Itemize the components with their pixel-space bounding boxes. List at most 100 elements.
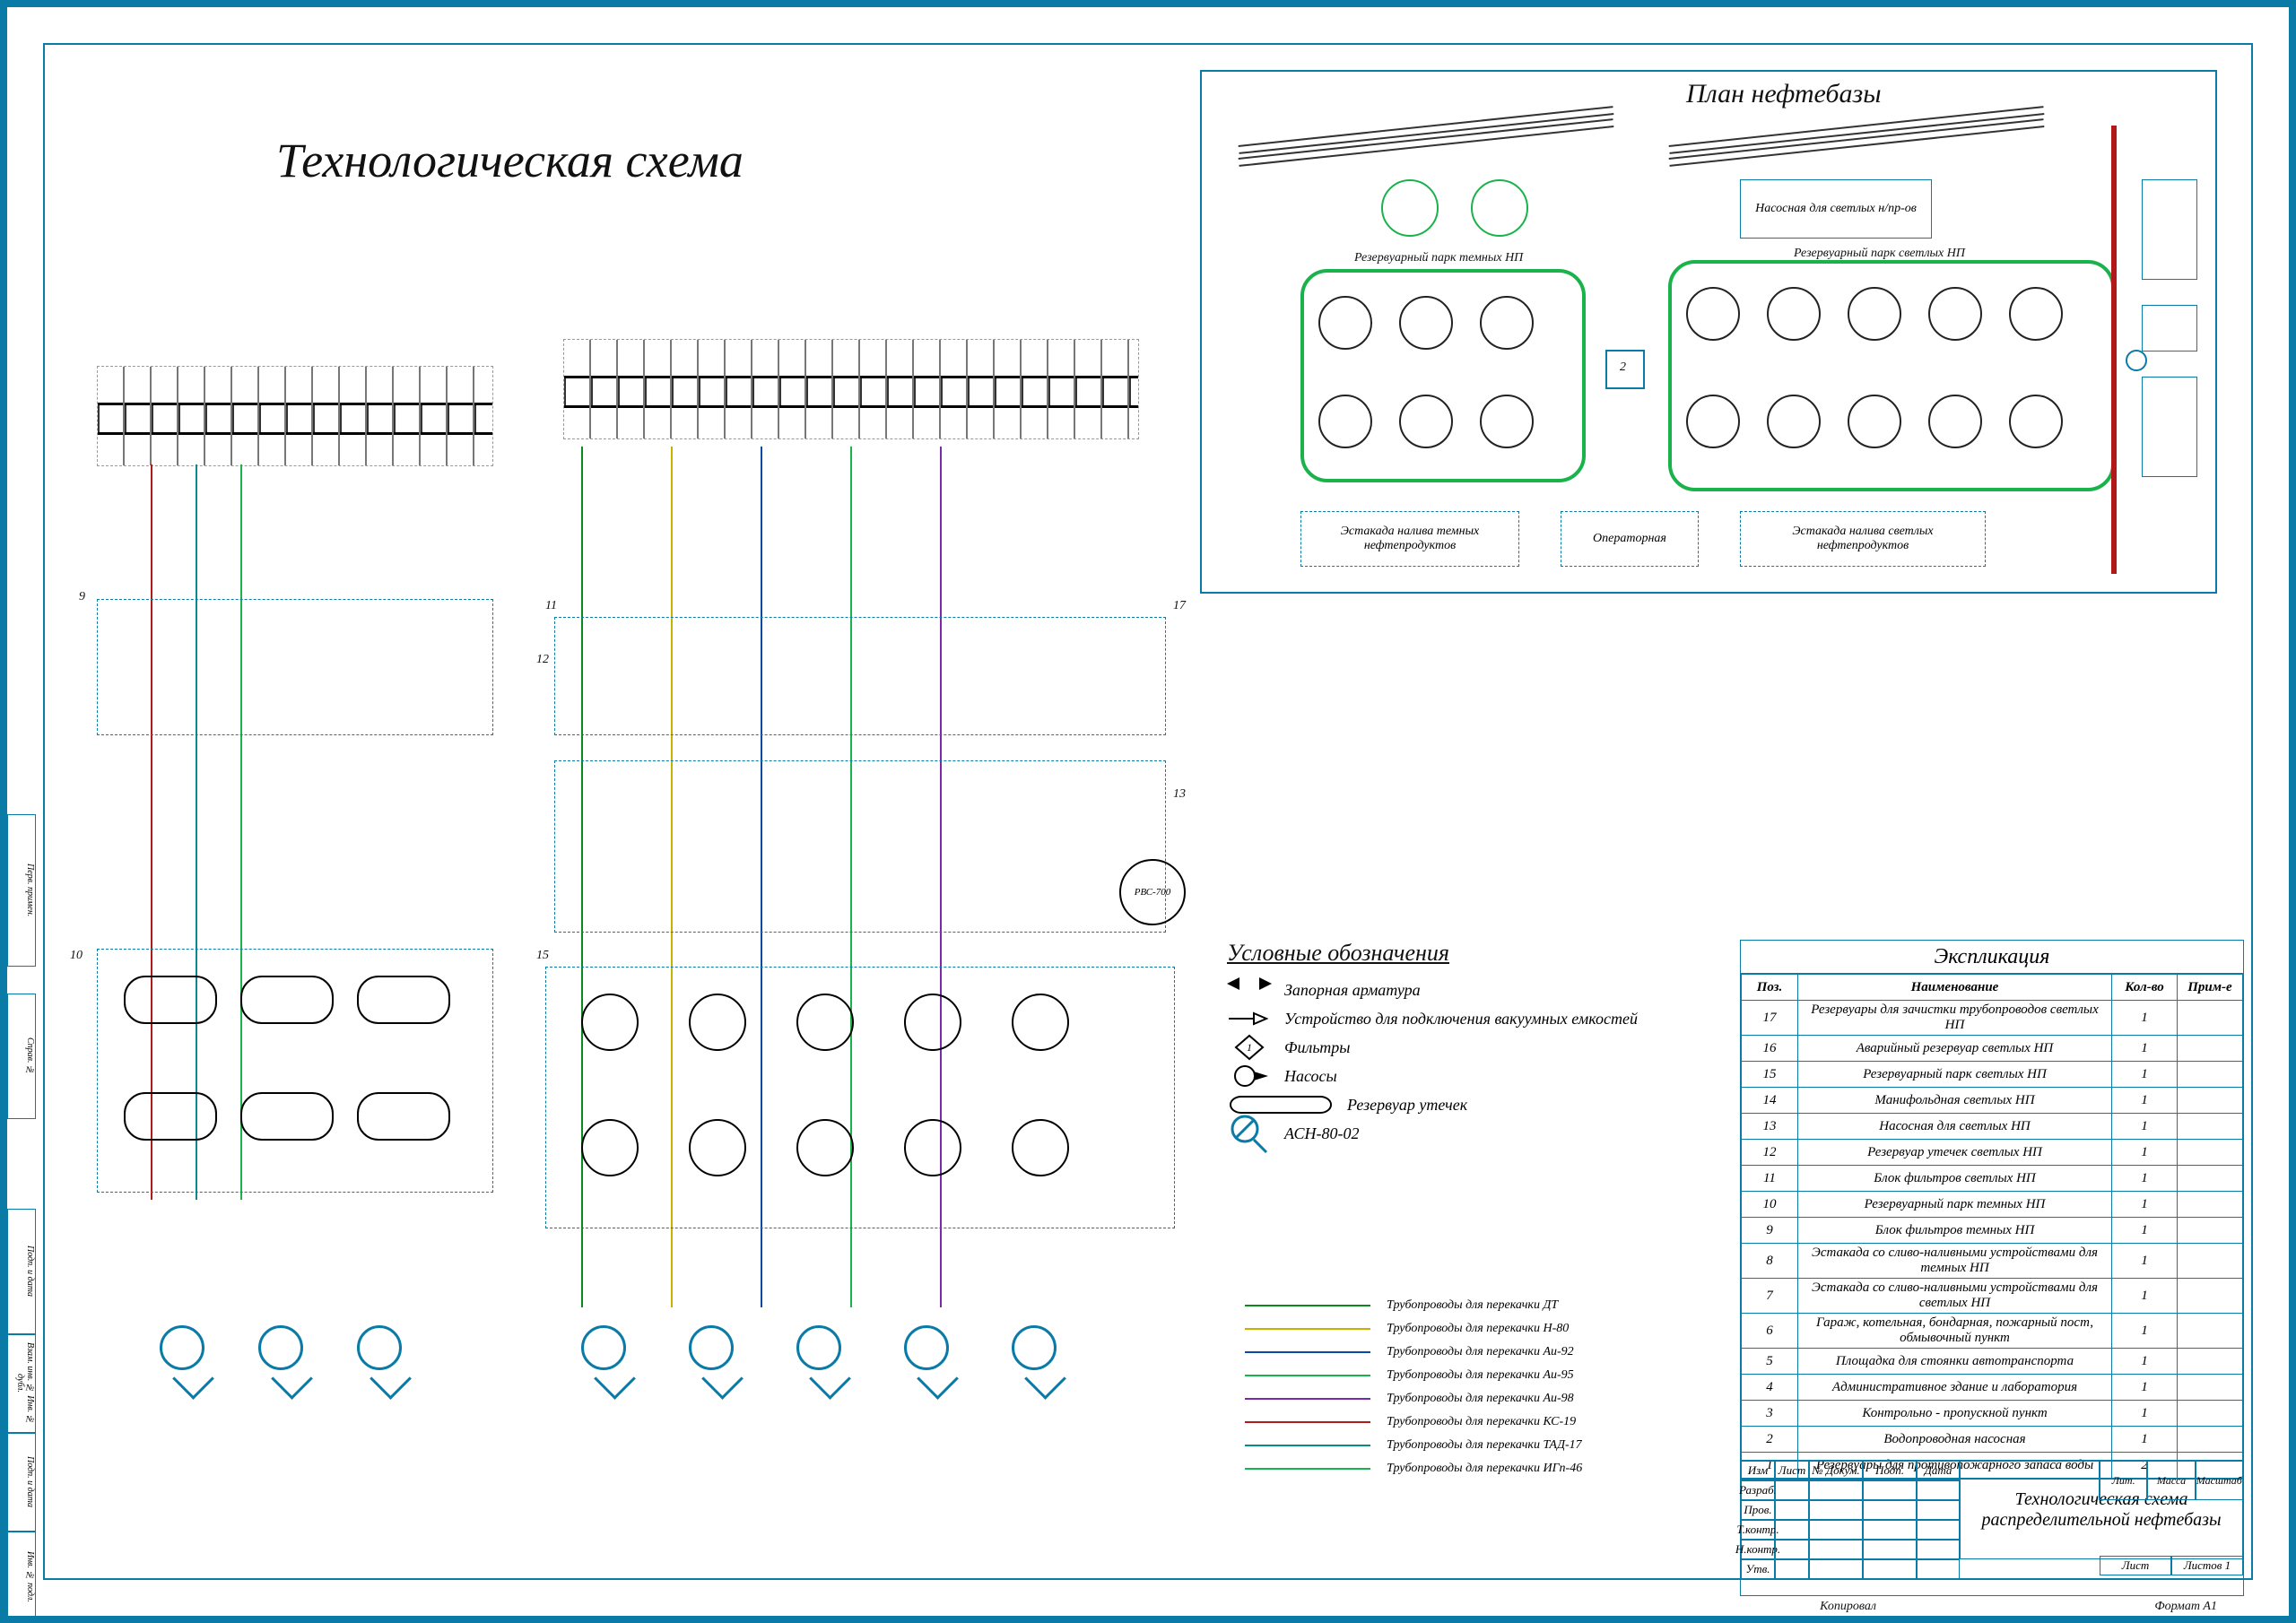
htank [240, 1092, 334, 1141]
pipe-label: Трубопроводы для перекачки Аи-98 [1387, 1392, 1574, 1406]
legend-row: Устройство для подключения вакуумных емк… [1227, 1008, 1693, 1029]
pipe-color-key: Трубопроводы для перекачки ДТ Трубопрово… [1245, 1289, 1582, 1485]
expl-row: 14Манифольдная светлых НП1 [1742, 1088, 2243, 1114]
expl-row: 17Резервуары для зачистки трубопроводов … [1742, 1001, 2243, 1036]
asn-icon [160, 1325, 204, 1370]
legend: Условные обозначения Запорная арматура У… [1227, 940, 1693, 1151]
tank [2009, 287, 2063, 341]
expl-row: 9Блок фильтров темных НП1 [1742, 1218, 2243, 1244]
pipe-label: Трубопроводы для перекачки ДТ [1387, 1298, 1558, 1313]
stank [581, 1119, 639, 1176]
asn-icon [904, 1325, 949, 1370]
est-light-box: Эстакада налива светлых нефтепродуктов [1740, 511, 1986, 567]
drawing-sheet: { "titles":{ "main":"Технологическая схе… [0, 0, 2296, 1623]
col-qty: Кол-во [2112, 975, 2178, 1001]
asn-icon [1012, 1325, 1057, 1370]
reg-box: Взам. инв. № Инв. № дубл. [7, 1334, 36, 1433]
reg-box: Инв. № подл. [7, 1532, 36, 1621]
legend-label: Устройство для подключения вакуумных емк… [1284, 1010, 1638, 1028]
legend-title: Условные обозначения [1227, 940, 1693, 967]
col-pos: Поз. [1742, 975, 1798, 1001]
asn-icon [258, 1325, 303, 1370]
reg-box: Справ. № [7, 994, 36, 1119]
asn-icon [357, 1325, 402, 1370]
building-2: 2 [1605, 350, 1645, 389]
tank [1928, 287, 1982, 341]
expl-row: 3Контрольно - пропускной пункт1 [1742, 1401, 2243, 1427]
tank [1848, 287, 1901, 341]
title-block: Изм Лист № Докум. Подп. Дата Технологиче… [1740, 1460, 2244, 1596]
vacuum-conn-icon [1227, 1008, 1272, 1029]
stank [904, 1119, 961, 1176]
tb-sheets: Листов 1 [2171, 1556, 2243, 1575]
col-name: Наименование [1798, 975, 2112, 1001]
stank [1012, 994, 1069, 1051]
kpp-marker [2126, 350, 2147, 371]
tank [1399, 395, 1453, 448]
legend-row: Насосы [1227, 1065, 1693, 1087]
tank [1480, 296, 1534, 350]
tank [1318, 395, 1372, 448]
road [2111, 126, 2117, 574]
water-tank-icon [1381, 179, 1439, 237]
callout-11: 11 [545, 599, 557, 613]
main-title: Технологическая схема [276, 133, 744, 188]
est-dark-box: Эстакада налива темных нефтепродуктов [1300, 511, 1519, 567]
tb-row: Пров. [1741, 1500, 1775, 1520]
tb-right-labels: Лит. Масса Масштаб [2099, 1461, 2243, 1500]
operator-label: Операторная [1593, 532, 1666, 546]
tank [2009, 395, 2063, 448]
tb-row: Н.контр. [1741, 1540, 1775, 1559]
pipe-label: Трубопроводы для перекачки ТАД-17 [1387, 1438, 1582, 1453]
est-light-label: Эстакада налива светлых нефтепродуктов [1746, 525, 1979, 553]
reg-box: Перв. примен. [7, 814, 36, 967]
rail-rack-light [563, 339, 1139, 439]
pipe-label: Трубопроводы для перекачки КС-19 [1387, 1415, 1576, 1429]
tb-sheet: Лист [2100, 1556, 2171, 1575]
tb-col: Лист [1775, 1461, 1809, 1480]
stank [689, 994, 746, 1051]
tank [1928, 395, 1982, 448]
tb-mass: Масса [2147, 1461, 2195, 1500]
park-light-label: Резервуарный парк светлых НП [1794, 247, 1965, 261]
expl-row: 8Эстакада со сливо-наливными устройствам… [1742, 1244, 2243, 1279]
pump-house-box: Насосная для светлых н/пр-ов [1740, 179, 1932, 239]
stank [904, 994, 961, 1051]
stank [1012, 1119, 1069, 1176]
htank [357, 976, 450, 1024]
callout-12: 12 [536, 653, 549, 667]
legend-label: Резервуар утечек [1347, 1096, 1467, 1115]
expl-row: 13Насосная для светлых НП1 [1742, 1114, 2243, 1140]
pipe-label: Трубопроводы для перекачки Аи-95 [1387, 1368, 1574, 1383]
callout-9: 9 [79, 590, 85, 604]
expl-row: 11Блок фильтров светлых НП1 [1742, 1166, 2243, 1192]
htank [357, 1092, 450, 1141]
stank [796, 1119, 854, 1176]
svg-text:1: 1 [1247, 1041, 1252, 1054]
big-tank: РВС-700 [1119, 859, 1186, 925]
tank [1399, 296, 1453, 350]
htank [124, 976, 217, 1024]
expl-row: 2Водопроводная насосная1 [1742, 1427, 2243, 1453]
expl-row: 7Эстакада со сливо-наливными устройствам… [1742, 1279, 2243, 1314]
legend-label: Запорная арматура [1284, 981, 1421, 1000]
site-plan: План нефтебазы Насосная для светлых н/пр… [1200, 70, 2217, 594]
tb-col: № Докум. [1809, 1461, 1863, 1480]
tank [1318, 296, 1372, 350]
pipe-label: Трубопроводы для перекачки ИГп-46 [1387, 1462, 1582, 1476]
reg-box: Подп. и дата [7, 1209, 36, 1334]
htank [124, 1092, 217, 1141]
stank [689, 1119, 746, 1176]
stank [796, 994, 854, 1051]
big-tank-label: РВС-700 [1135, 887, 1170, 898]
asn-icon [796, 1325, 841, 1370]
tb-row: Утв. [1741, 1559, 1775, 1579]
expl-row: 5Площадка для стоянки автотранспорта1 [1742, 1349, 2243, 1375]
tb-scale: Масштаб [2196, 1461, 2243, 1500]
callout-10: 10 [70, 949, 83, 963]
tb-col: Изм [1741, 1461, 1775, 1480]
tank [1686, 287, 1740, 341]
col-note: Прим-е [2178, 975, 2243, 1001]
filter-icon: 1 [1227, 1037, 1272, 1058]
tb-col: Подп. [1863, 1461, 1917, 1480]
